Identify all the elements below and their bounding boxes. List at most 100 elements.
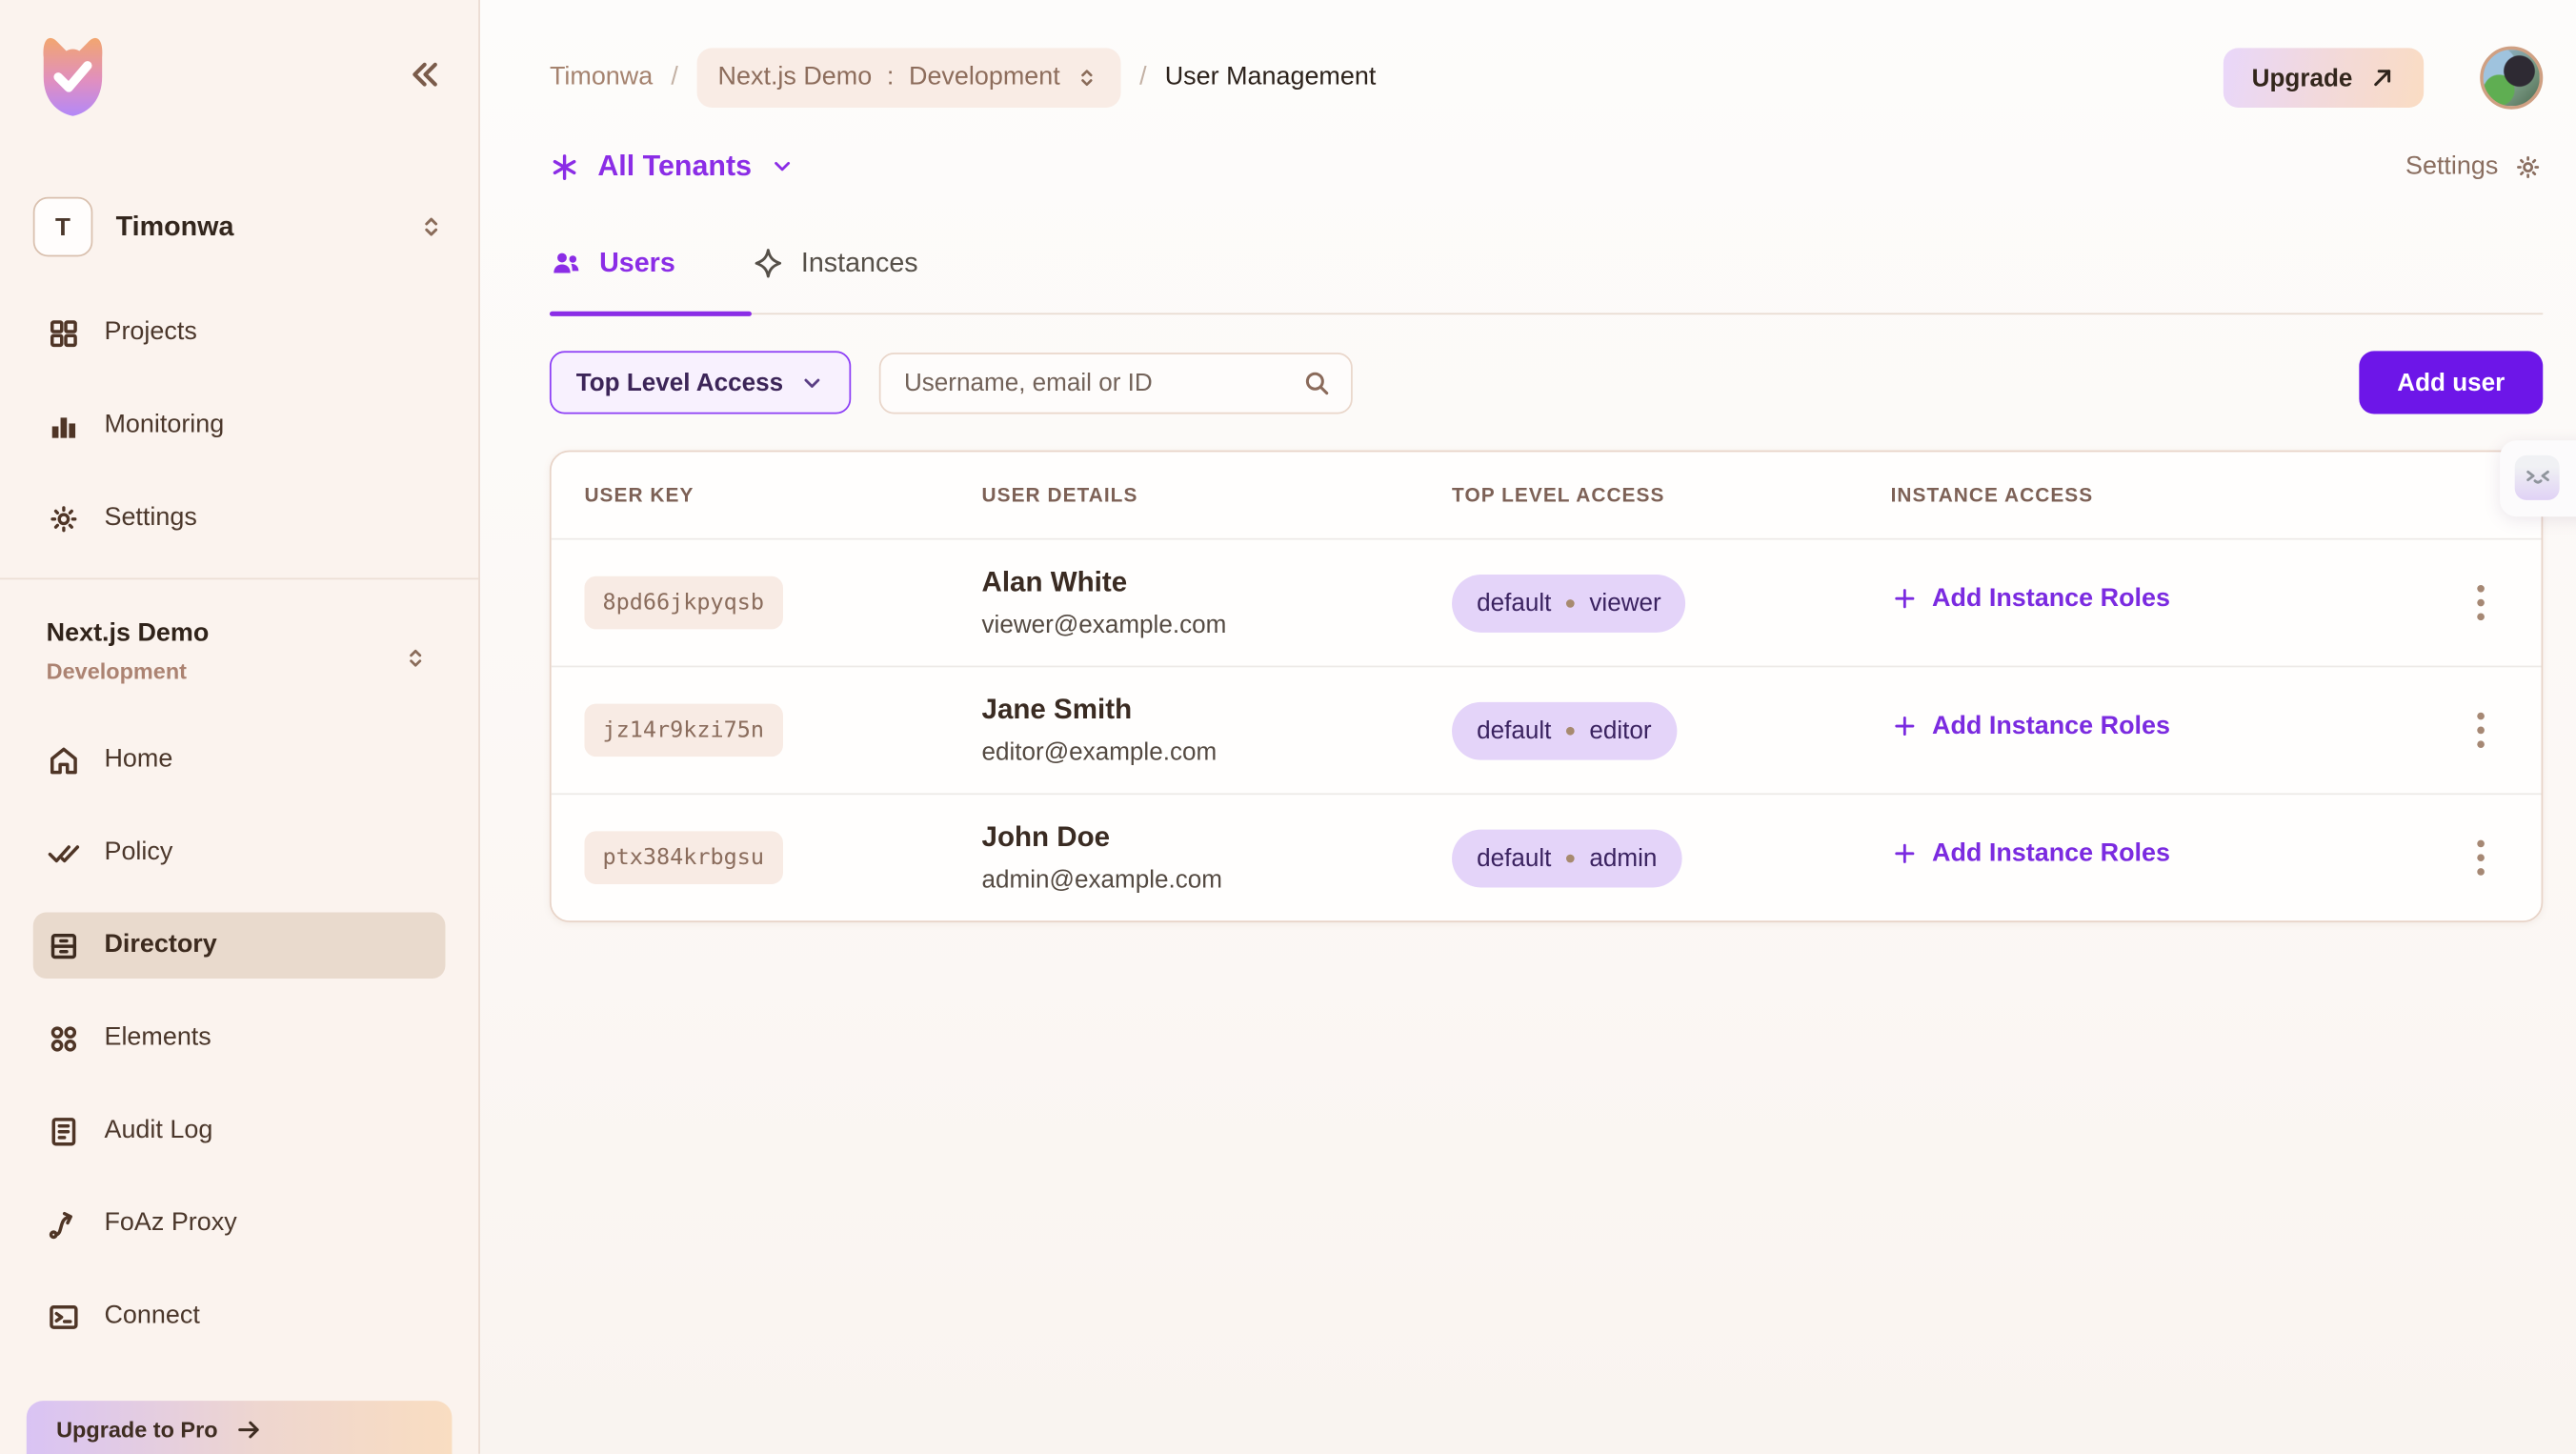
fox-logo-icon: [33, 30, 112, 121]
sidebar-item-monitoring[interactable]: Monitoring: [33, 393, 446, 459]
kebab-icon: [2476, 584, 2485, 620]
kebab-icon: [2476, 712, 2485, 748]
directory-cabinet-icon: [47, 928, 81, 962]
table-row: ptx384krbgsu John Doe admin@example.com …: [552, 793, 2542, 920]
environment-name: Development: [47, 659, 446, 684]
column-header-instance-access: INSTANCE ACCESS: [1891, 483, 2437, 506]
access-filter-dropdown[interactable]: Top Level Access: [550, 351, 851, 414]
access-badge[interactable]: default editor: [1452, 701, 1677, 759]
search-input[interactable]: [879, 352, 1353, 413]
sidebar-item-label: Policy: [104, 838, 172, 867]
search-icon: [1301, 367, 1333, 398]
settings-link-label: Settings: [2405, 151, 2498, 181]
user-name: Alan White: [982, 566, 1453, 599]
sidebar-item-connect[interactable]: Connect: [33, 1283, 446, 1350]
home-icon: [47, 742, 81, 777]
sidebar-item-audit-log[interactable]: Audit Log: [33, 1098, 446, 1164]
four-circles-icon: [47, 1020, 81, 1055]
row-actions-menu[interactable]: [2459, 577, 2502, 627]
sidebar-item-policy[interactable]: Policy: [33, 819, 446, 886]
sidebar-item-label: Connect: [104, 1302, 199, 1331]
plus-icon: [1891, 839, 1920, 868]
row-actions-menu[interactable]: [2459, 833, 2502, 882]
tenant-name: default: [1477, 589, 1551, 617]
user-key[interactable]: jz14r9kzi75n: [584, 704, 782, 757]
search-field: [879, 352, 1353, 413]
page-header: Timonwa / Next.js Demo : Development / U…: [550, 47, 2543, 110]
breadcrumb-environment: Development: [909, 63, 1060, 92]
project-selector[interactable]: Next.js Demo Development: [0, 579, 478, 683]
breadcrumb-org[interactable]: Timonwa: [550, 63, 653, 92]
feedback-widget-panel: [2500, 440, 2576, 516]
tab-instances[interactable]: Instances: [752, 247, 918, 280]
sidebar-item-directory[interactable]: Directory: [33, 913, 446, 979]
user-email: admin@example.com: [982, 866, 1453, 895]
sidebar-item-label: Audit Log: [104, 1116, 212, 1145]
gear-icon: [2513, 151, 2543, 181]
table-header-row: USER KEY USER DETAILS TOP LEVEL ACCESS I…: [552, 452, 2542, 537]
tab-instances-label: Instances: [801, 248, 918, 279]
workspace-badge: T: [33, 197, 93, 257]
sidebar-item-label: Monitoring: [104, 411, 224, 440]
project-nav: Home Policy Directory: [33, 727, 446, 1349]
role-name: admin: [1589, 843, 1657, 872]
kebab-icon: [2476, 839, 2485, 876]
double-check-icon: [47, 836, 81, 870]
active-tab-indicator: [550, 311, 752, 316]
add-instance-roles-link[interactable]: Add Instance Roles: [1891, 839, 2170, 869]
chevron-up-down-icon: [1075, 63, 1099, 92]
asterisk-icon: [550, 151, 579, 181]
upgrade-to-pro-card[interactable]: Upgrade to Pro: [27, 1401, 453, 1454]
add-instance-roles-link[interactable]: Add Instance Roles: [1891, 584, 2170, 614]
arrow-right-icon: [234, 1415, 263, 1444]
column-header-user-details: USER DETAILS: [982, 483, 1453, 506]
sidebar-item-settings[interactable]: Settings: [33, 485, 446, 552]
add-instance-roles-link[interactable]: Add Instance Roles: [1891, 712, 2170, 741]
sidebar-item-label: Settings: [104, 503, 196, 533]
breadcrumb-project: Next.js Demo: [718, 63, 873, 92]
sidebar-item-elements[interactable]: Elements: [33, 1005, 446, 1072]
breadcrumb-project-env-selector[interactable]: Next.js Demo : Development: [696, 48, 1121, 108]
main-content: Timonwa / Next.js Demo : Development / U…: [480, 0, 2576, 1454]
access-badge[interactable]: default admin: [1452, 829, 1681, 887]
access-badge[interactable]: default viewer: [1452, 574, 1686, 632]
role-name: viewer: [1589, 589, 1660, 617]
sparkle-icon: [752, 247, 785, 280]
arrow-up-right-icon: [2369, 65, 2396, 91]
tenant-toolbar: All Tenants Settings: [550, 149, 2543, 183]
settings-link[interactable]: Settings: [2405, 151, 2543, 181]
bar-chart-icon: [47, 408, 81, 442]
upgrade-button[interactable]: Upgrade: [2224, 48, 2424, 108]
users-icon: [550, 247, 583, 280]
chevron-down-icon: [770, 154, 795, 179]
dot-separator-icon: [1566, 726, 1575, 735]
sidebar-item-foaz-proxy[interactable]: FoAz Proxy: [33, 1190, 446, 1257]
tab-bar: Users Instances: [550, 247, 2543, 314]
tab-users[interactable]: Users: [550, 247, 675, 280]
tenant-selector[interactable]: All Tenants: [550, 149, 795, 183]
table-row: 8pd66jkpyqsb Alan White viewer@example.c…: [552, 538, 2542, 666]
chevron-up-down-icon: [417, 211, 446, 244]
user-key[interactable]: 8pd66jkpyqsb: [584, 576, 782, 630]
happy-face-widget-button[interactable]: [2515, 455, 2560, 500]
user-email: viewer@example.com: [982, 611, 1453, 639]
tenant-selector-label: All Tenants: [597, 149, 752, 183]
plus-icon: [1891, 713, 1920, 741]
collapse-sidebar-icon[interactable]: [406, 56, 442, 92]
upgrade-to-pro-label: Upgrade to Pro: [56, 1417, 217, 1454]
users-table: USER KEY USER DETAILS TOP LEVEL ACCESS I…: [550, 451, 2543, 922]
tenant-name: default: [1477, 717, 1551, 745]
sidebar-item-home[interactable]: Home: [33, 727, 446, 794]
happy-face-icon: [2526, 471, 2548, 486]
column-header-top-level-access: TOP LEVEL ACCESS: [1452, 483, 1891, 506]
user-name: John Doe: [982, 821, 1453, 855]
document-icon: [47, 1114, 81, 1148]
sidebar-item-projects[interactable]: Projects: [33, 300, 446, 367]
upgrade-button-label: Upgrade: [2252, 64, 2353, 92]
workspace-selector[interactable]: T Timonwa: [33, 197, 446, 257]
breadcrumb-separator: /: [671, 63, 677, 92]
add-user-button[interactable]: Add user: [2359, 351, 2543, 414]
user-key[interactable]: ptx384krbgsu: [584, 831, 782, 884]
row-actions-menu[interactable]: [2459, 705, 2502, 755]
user-avatar[interactable]: [2480, 47, 2543, 110]
